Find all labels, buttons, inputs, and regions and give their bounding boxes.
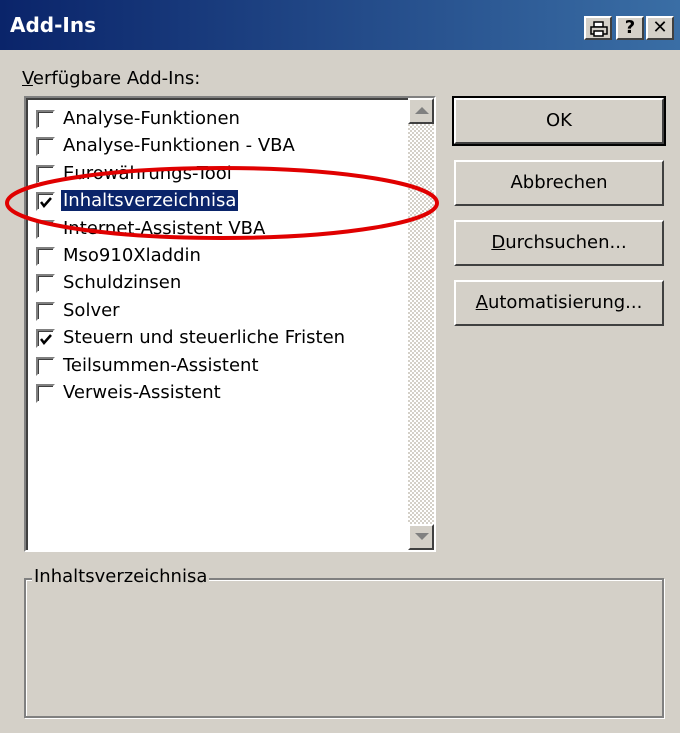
- scroll-up-button[interactable]: [408, 98, 434, 124]
- checkbox-checked[interactable]: [36, 329, 55, 349]
- add-ins-dialog: Add-Ins ? ✕ Verfügbare Add-Ins: Analyse-…: [0, 0, 680, 733]
- checkbox-unchecked[interactable]: [36, 137, 55, 157]
- addin-list-item[interactable]: Verweis-Assistent: [30, 380, 400, 407]
- addin-label: Solver: [63, 299, 120, 321]
- close-button[interactable]: ✕: [646, 16, 674, 40]
- checkbox-unchecked[interactable]: [36, 110, 55, 129]
- addin-list-item[interactable]: Schuldzinsen: [30, 270, 400, 297]
- checkbox-unchecked[interactable]: [36, 247, 55, 266]
- arrow-up-icon: [415, 107, 429, 114]
- checkmark-icon: [40, 334, 52, 346]
- addin-list-item[interactable]: Steuern und steuerliche Fristen: [30, 325, 400, 352]
- addin-list-item[interactable]: Analyse-Funktionen: [30, 106, 400, 133]
- addin-label: Eurowährungs-Tool: [63, 162, 232, 184]
- addin-list-item[interactable]: Teilsummen-Assistent: [30, 353, 400, 380]
- checkbox-checked[interactable]: [36, 192, 55, 212]
- addin-label: Steuern und steuerliche Fristen: [63, 327, 346, 349]
- addin-list-item[interactable]: Eurowährungs-Tool: [30, 161, 400, 188]
- available-addins-label: Verfügbare Add-Ins:: [22, 68, 201, 89]
- ok-button[interactable]: OK: [452, 96, 666, 146]
- addin-label: Analyse-Funktionen - VBA: [63, 135, 295, 157]
- addin-list-item[interactable]: Internet-Assistent VBA: [30, 216, 400, 243]
- addin-label: Verweis-Assistent: [63, 382, 221, 403]
- print-icon[interactable]: [584, 16, 612, 40]
- arrow-down-icon: [415, 533, 429, 540]
- addin-label: Schuldzinsen: [63, 272, 182, 294]
- addin-list-item[interactable]: Mso910Xladdin: [30, 243, 400, 270]
- automation-button[interactable]: Automatisierung...: [454, 280, 664, 326]
- vertical-scrollbar[interactable]: [408, 98, 434, 550]
- addin-list-item[interactable]: Analyse-Funktionen - VBA: [30, 133, 400, 160]
- addin-label: Mso910Xladdin: [63, 245, 201, 266]
- scroll-down-button[interactable]: [408, 524, 434, 550]
- help-button[interactable]: ?: [616, 16, 644, 40]
- window-title: Add-Ins: [10, 13, 96, 37]
- checkbox-unchecked[interactable]: [36, 274, 55, 294]
- addins-listbox[interactable]: Analyse-Funktionen Analyse-Funktionen - V…: [24, 96, 436, 552]
- checkmark-icon: [40, 197, 52, 209]
- title-bar[interactable]: Add-Ins ? ✕: [0, 0, 680, 50]
- checkbox-unchecked[interactable]: [36, 356, 55, 376]
- addin-label: Internet-Assistent VBA: [63, 217, 266, 239]
- cancel-button[interactable]: Abbrechen: [454, 160, 664, 206]
- description-title: Inhaltsverzeichnisa: [32, 566, 210, 587]
- description-groupbox: [24, 578, 664, 718]
- checkbox-unchecked[interactable]: [36, 164, 55, 184]
- addin-list-item[interactable]: Solver: [30, 298, 400, 325]
- checkbox-unchecked[interactable]: [36, 384, 55, 403]
- browse-button[interactable]: Durchsuchen...: [454, 220, 664, 266]
- addin-label: Inhaltsverzeichnisa: [61, 190, 239, 212]
- addin-label: Analyse-Funktionen: [63, 108, 240, 129]
- checkbox-unchecked[interactable]: [36, 219, 55, 239]
- addin-label: Teilsummen-Assistent: [63, 354, 259, 376]
- addin-list-item[interactable]: Inhaltsverzeichnisa: [30, 188, 400, 215]
- checkbox-unchecked[interactable]: [36, 301, 55, 321]
